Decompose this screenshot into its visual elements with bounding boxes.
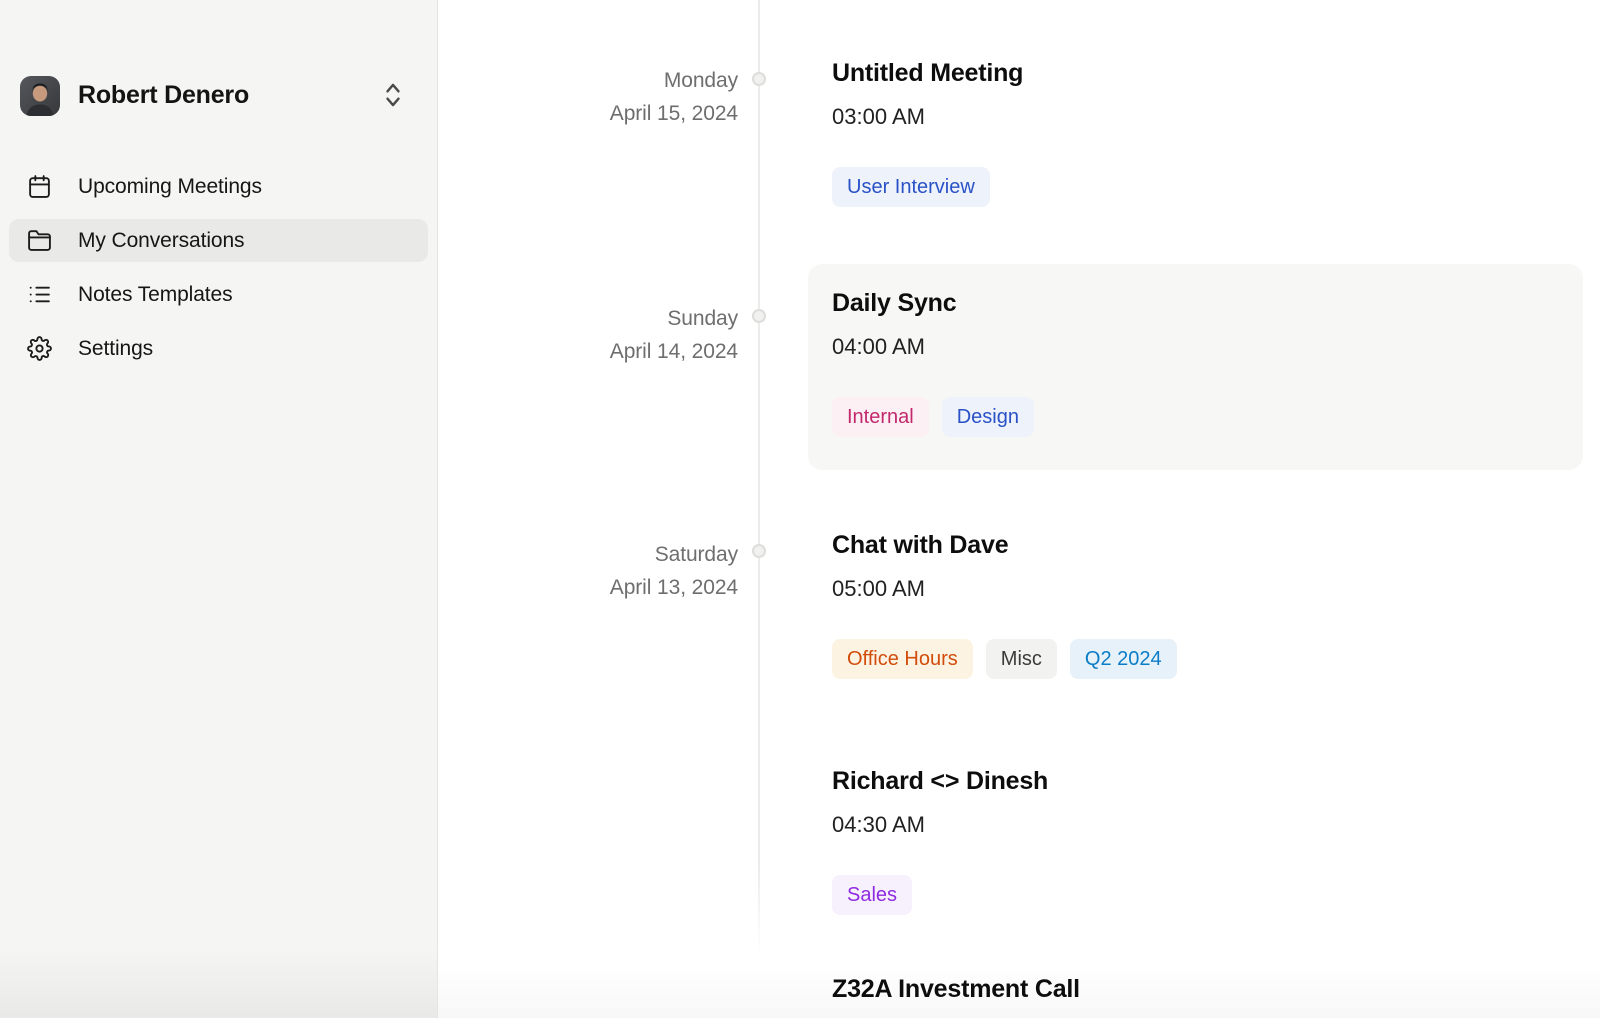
meeting-title: Untitled Meeting <box>832 58 1023 89</box>
meeting-item[interactable]: Z32A Investment Call <box>832 974 1080 1005</box>
meeting-time: 04:30 AM <box>832 810 1048 839</box>
timeline-line <box>758 0 760 958</box>
tag-row: Internal Design <box>832 397 1583 437</box>
tag[interactable]: Office Hours <box>832 639 973 679</box>
user-name: Robert Denero <box>78 81 249 110</box>
tag[interactable]: Misc <box>986 639 1057 679</box>
meeting-title: Daily Sync <box>832 288 1583 319</box>
date-full: April 15, 2024 <box>438 97 738 130</box>
date-full: April 13, 2024 <box>438 571 738 604</box>
tag-row: Sales <box>832 875 1048 915</box>
sidebar: Robert Denero Upcoming Meetings <box>0 0 438 1018</box>
tag-row: Office Hours Misc Q2 2024 <box>832 639 1177 679</box>
timeline-dot <box>752 72 766 86</box>
sidebar-item-label: Settings <box>78 337 153 361</box>
chevron-updown-icon <box>382 80 404 110</box>
date-day: Monday <box>438 64 738 97</box>
meeting-time: 05:00 AM <box>832 574 1177 603</box>
tag[interactable]: Design <box>942 397 1034 437</box>
timeline-dot <box>752 309 766 323</box>
tag-row: User Interview <box>832 167 1023 207</box>
sidebar-item-upcoming-meetings[interactable]: Upcoming Meetings <box>9 165 428 208</box>
meeting-time: 03:00 AM <box>832 102 1023 131</box>
calendar-icon <box>27 174 52 199</box>
tag[interactable]: Internal <box>832 397 929 437</box>
tag[interactable]: Q2 2024 <box>1070 639 1177 679</box>
sidebar-nav: Upcoming Meetings My Conversations <box>9 165 428 381</box>
conversations-timeline: Monday April 15, 2024 Untitled Meeting 0… <box>438 0 1600 1018</box>
user-menu[interactable]: Robert Denero <box>0 70 437 122</box>
meeting-title: Chat with Dave <box>832 530 1177 561</box>
tag[interactable]: Sales <box>832 875 912 915</box>
meeting-item[interactable]: Richard <> Dinesh 04:30 AM Sales <box>832 766 1048 915</box>
sidebar-item-label: Notes Templates <box>78 283 233 307</box>
date-label: Monday April 15, 2024 <box>438 64 738 130</box>
avatar <box>20 76 60 116</box>
sidebar-item-label: My Conversations <box>78 229 244 253</box>
meeting-item[interactable]: Chat with Dave 05:00 AM Office Hours Mis… <box>832 530 1177 679</box>
sidebar-item-my-conversations[interactable]: My Conversations <box>9 219 428 262</box>
date-label: Sunday April 14, 2024 <box>438 302 738 368</box>
meeting-item-highlighted[interactable]: Daily Sync 04:00 AM Internal Design <box>808 264 1583 470</box>
date-day: Saturday <box>438 538 738 571</box>
date-label: Saturday April 13, 2024 <box>438 538 738 604</box>
sidebar-item-settings[interactable]: Settings <box>9 327 428 370</box>
meeting-title: Z32A Investment Call <box>832 974 1080 1005</box>
sidebar-item-label: Upcoming Meetings <box>78 175 262 199</box>
folder-icon <box>27 228 52 253</box>
meeting-title: Richard <> Dinesh <box>832 766 1048 797</box>
gear-icon <box>27 336 52 361</box>
date-full: April 14, 2024 <box>438 335 738 368</box>
sidebar-item-notes-templates[interactable]: Notes Templates <box>9 273 428 316</box>
date-day: Sunday <box>438 302 738 335</box>
list-icon <box>27 282 52 307</box>
tag[interactable]: User Interview <box>832 167 990 207</box>
timeline-dot <box>752 544 766 558</box>
meeting-time: 04:00 AM <box>832 332 1583 361</box>
meeting-item[interactable]: Untitled Meeting 03:00 AM User Interview <box>832 58 1023 207</box>
